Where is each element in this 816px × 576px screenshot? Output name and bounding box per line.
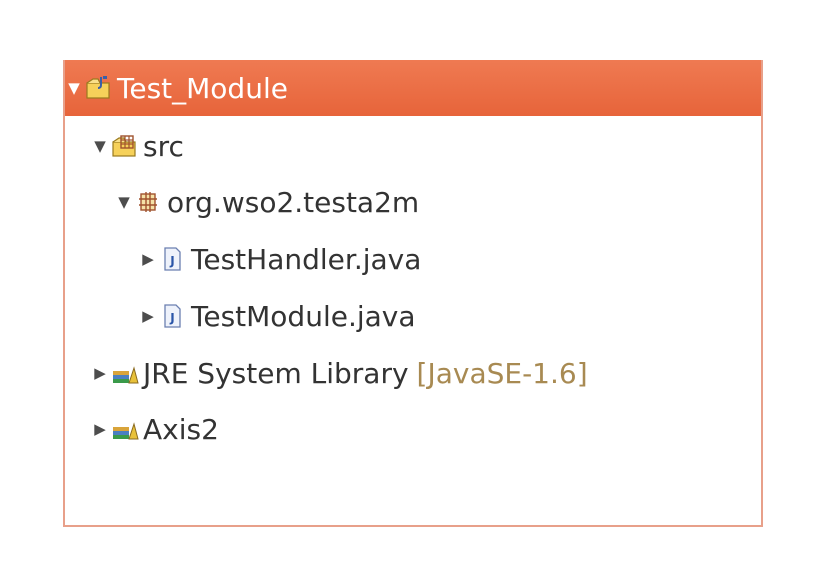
expand-triangle-icon[interactable]: ▼ (115, 193, 133, 211)
source-folder-icon (111, 133, 137, 159)
expand-triangle-right-icon[interactable]: ▶ (139, 307, 157, 325)
file-label: TestHandler.java (191, 242, 422, 276)
java-project-folder-icon (85, 75, 111, 101)
package-label: org.wso2.testa2m (167, 185, 420, 219)
library-label: JRE System Library (143, 356, 409, 390)
tree-item-library[interactable]: ▶ JRE System Library [JavaSE-1.6] (65, 345, 761, 401)
src-label: src (143, 129, 184, 163)
svg-text:J: J (169, 311, 174, 325)
package-icon (135, 189, 161, 215)
expand-triangle-icon[interactable]: ▼ (65, 79, 83, 97)
tree-item-file[interactable]: ▶ J TestModule.java (65, 288, 761, 344)
tree-item-library[interactable]: ▶ Axis2 (65, 401, 761, 457)
tree-item-file[interactable]: ▶ J TestHandler.java (65, 231, 761, 287)
file-label: TestModule.java (191, 299, 416, 333)
package-explorer-tree[interactable]: ▼ Test_Module ▼ src ▼ org.wso2.testa2m ▶… (63, 60, 763, 527)
java-file-icon: J (159, 246, 185, 272)
expand-triangle-right-icon[interactable]: ▶ (91, 420, 109, 438)
expand-triangle-right-icon[interactable]: ▶ (91, 364, 109, 382)
library-qualifier: [JavaSE-1.6] (416, 356, 588, 390)
expand-triangle-right-icon[interactable]: ▶ (139, 250, 157, 268)
library-label: Axis2 (143, 412, 219, 446)
library-icon (111, 416, 139, 442)
tree-item-project[interactable]: ▼ Test_Module (65, 60, 761, 116)
svg-text:J: J (169, 254, 174, 268)
tree-item-package[interactable]: ▼ org.wso2.testa2m (65, 174, 761, 230)
java-file-icon: J (159, 303, 185, 329)
expand-triangle-icon[interactable]: ▼ (91, 137, 109, 155)
tree-item-src[interactable]: ▼ src (65, 118, 761, 174)
project-label: Test_Module (117, 71, 288, 105)
library-icon (111, 360, 139, 386)
